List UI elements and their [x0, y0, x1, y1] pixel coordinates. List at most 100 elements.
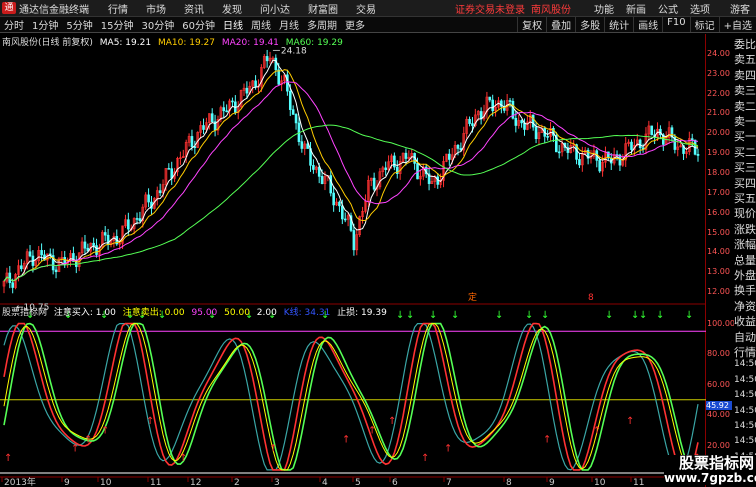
chart-area[interactable]: 24.18 ←10.75 定 8 ↓ ↓ ↓ ↓ ↓ ↓ ↓ ↓ ↓ ↓ ↓ ↓ ↓ ↓ ↓ ↓ ↓ ↓ ↓ ↓ ↓ ↓ ↑ ↑ ↑ ↑ ↑…	[0, 34, 706, 487]
sidebar-label[interactable]: 净资	[734, 298, 756, 314]
candle-body	[531, 114, 535, 128]
period-more[interactable]: 更多	[341, 17, 369, 32]
indicator-k-line	[3, 323, 699, 471]
sell-signal-arrow: ↓	[429, 310, 437, 321]
sidebar-label[interactable]: 买五	[734, 190, 756, 206]
period-intraday[interactable]: 分时	[0, 17, 28, 32]
sidebar-label[interactable]: 委比	[734, 36, 756, 52]
period-monthly[interactable]: 月线	[275, 17, 303, 32]
app-title: 通达信金融终端	[19, 4, 89, 16]
sell-signal-arrow: ↓	[639, 310, 647, 321]
buy-signal-arrow: ↑	[269, 444, 277, 455]
sidebar-label[interactable]: 14:50	[734, 359, 756, 369]
buy-signal-arrow: ↑	[543, 434, 551, 445]
tool-f10[interactable]: F10	[662, 17, 689, 32]
candle-body	[254, 80, 257, 88]
tool-add-watchlist[interactable]: +自选	[718, 17, 756, 32]
sidebar-label[interactable]: 卖五	[734, 51, 756, 67]
menu-item-options[interactable]: 选项	[684, 1, 716, 16]
menu-item-market-quotes[interactable]: 行情	[99, 1, 137, 16]
candle-body	[300, 141, 304, 149]
sidebar-label[interactable]: 卖三	[734, 82, 756, 98]
sidebar-label[interactable]: 卖一	[734, 113, 756, 129]
candle-body	[95, 245, 98, 255]
period-60min[interactable]: 60分钟	[178, 17, 219, 32]
quote-sidebar: 委比 卖五 卖四 卖三 卖二 卖一 买一 买二 买三 买四 买五 现价 涨跌 涨幅 总量 外盘 换手 净资 收益 自动…	[734, 34, 756, 487]
candle-body	[598, 160, 601, 172]
candle-body	[92, 242, 95, 246]
sidebar-label[interactable]: 买一	[734, 128, 756, 144]
buy-signal-arrow: ↑	[146, 416, 154, 427]
menu-item-market[interactable]: 市场	[137, 1, 175, 16]
sidebar-label[interactable]: 现价	[734, 205, 756, 221]
sidebar-label[interactable]: 自动	[734, 329, 756, 345]
buy-signal-arrow: ↑	[84, 434, 92, 445]
x-axis-label: 9	[549, 478, 555, 487]
period-multi[interactable]: 多周期	[303, 17, 341, 32]
sidebar-label[interactable]: 涨幅	[734, 236, 756, 252]
price-tick-label: 23.00	[707, 68, 730, 78]
indicator-tick-label: 40.00	[707, 410, 730, 420]
sidebar-label[interactable]: 行情	[734, 344, 756, 360]
trade-login-notice[interactable]: 证券交易未登录	[455, 1, 525, 16]
sidebar-label[interactable]: 14:50	[734, 421, 756, 431]
menu-item-trade[interactable]: 交易	[347, 1, 385, 16]
menu-item-new-draw[interactable]: 新画	[620, 1, 652, 16]
sidebar-label[interactable]: 买三	[734, 159, 756, 175]
sidebar-label[interactable]: 收益	[734, 313, 756, 329]
sidebar-label[interactable]: 14:50	[734, 406, 756, 416]
price-tick-label: 22.00	[707, 88, 730, 98]
candle-body	[138, 218, 142, 221]
buy-signal-arrow: ↑	[421, 453, 429, 464]
menu-item-formula[interactable]: 公式	[652, 1, 684, 16]
sell-signal-arrow: ↓	[605, 310, 613, 321]
sidebar-label[interactable]: 14:50	[734, 436, 756, 446]
sidebar-label[interactable]: 总量	[734, 252, 756, 268]
menu-item-ask[interactable]: 问小达	[251, 1, 299, 16]
tool-mark[interactable]: 标记	[689, 17, 719, 32]
period-weekly[interactable]: 周线	[247, 17, 275, 32]
sidebar-label[interactable]: 外盘	[734, 267, 756, 283]
menu-item-wealth[interactable]: 财富圈	[299, 1, 347, 16]
candle-body	[696, 154, 700, 156]
sidebar-label[interactable]: 卖二	[734, 98, 756, 114]
period-daily[interactable]: 日线	[219, 17, 247, 32]
sidebar-label[interactable]: 14:50	[734, 390, 756, 400]
sidebar-label[interactable]: 买四	[734, 175, 756, 191]
sell-signal-arrow: ↓	[451, 310, 459, 321]
indicator-param-sell: 注意卖出: 0.00	[122, 308, 185, 318]
menu-item-functions[interactable]: 功能	[588, 1, 620, 16]
period-5min[interactable]: 5分钟	[62, 17, 96, 32]
guest-user[interactable]: 游客	[730, 1, 750, 16]
candle-body	[135, 218, 139, 220]
candle-body	[294, 114, 298, 124]
tool-overlay[interactable]: 叠加	[546, 17, 575, 32]
tool-adjust[interactable]: 复权	[517, 17, 546, 32]
period-1min[interactable]: 1分钟	[28, 17, 62, 32]
sidebar-label[interactable]: 14:50	[734, 375, 756, 385]
period-30min[interactable]: 30分钟	[137, 17, 178, 32]
indicator-param-50: 50.00	[224, 308, 250, 318]
tool-statistics[interactable]: 统计	[604, 17, 633, 32]
buy-signal-arrow: ↑	[4, 453, 12, 464]
sidebar-label[interactable]: 买二	[734, 144, 756, 160]
x-axis-label: 3	[274, 478, 280, 487]
sidebar-label[interactable]: 换手	[734, 282, 756, 298]
period-15min[interactable]: 15分钟	[97, 17, 138, 32]
tool-draw-line[interactable]: 画线	[633, 17, 662, 32]
indicator-param-95: 95.00	[191, 308, 218, 318]
sidebar-label[interactable]: 卖四	[734, 67, 756, 83]
price-tick-label: 18.00	[707, 168, 730, 177]
price-tick-label: 12.00	[707, 287, 730, 297]
x-axis-label: 2013年	[4, 476, 36, 487]
candle-body	[372, 177, 376, 190]
event-marker: 8	[588, 293, 594, 303]
kline-chart[interactable]: 24.18←10.75定 8↓ ↓ ↓ ↓ ↓ ↓ ↓ ↓ ↓ ↓ ↓ ↓ ↓ ↓ ↓ ↓ ↓ ↓ ↓ ↓ ↓ ↓↑↑↑↑↑…	[0, 34, 706, 487]
x-axis-label: 10	[594, 478, 606, 487]
sell-signal-arrow: ↓	[396, 310, 404, 321]
candle-body	[514, 117, 518, 126]
sidebar-label[interactable]: 涨跌	[734, 221, 756, 237]
menu-item-news[interactable]: 资讯	[175, 1, 213, 16]
menu-item-discover[interactable]: 发现	[213, 1, 251, 16]
tool-multi-stock[interactable]: 多股	[575, 17, 604, 32]
